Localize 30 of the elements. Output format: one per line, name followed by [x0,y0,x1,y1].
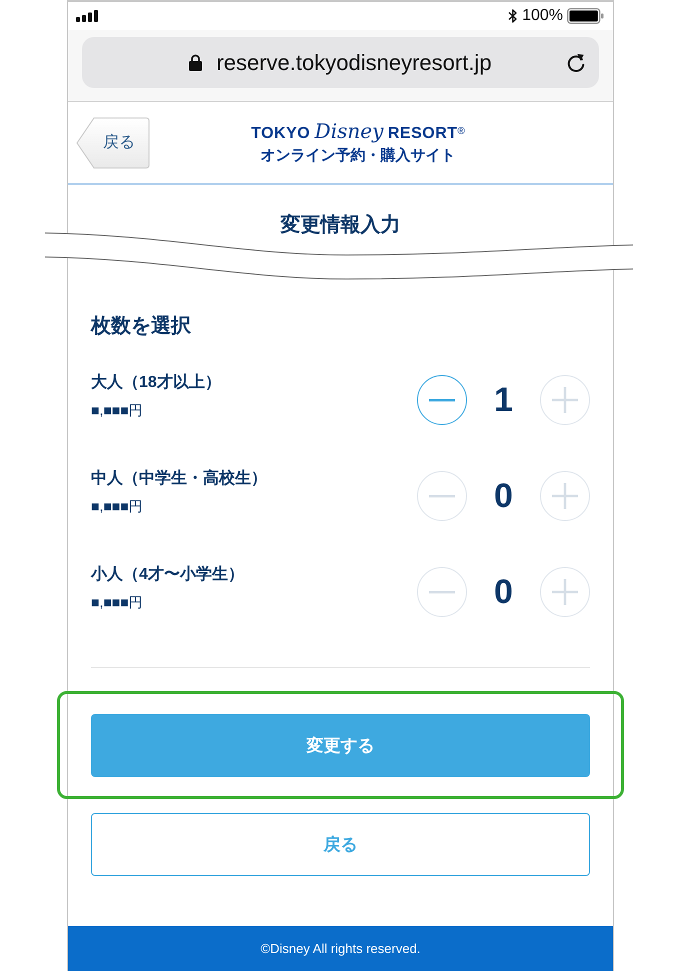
ticket-type-label: 大人（18才以上） [91,372,221,393]
lock-icon [189,54,202,71]
battery-icon [567,8,604,24]
signal-icon [76,10,99,22]
ticket-count: 0 [493,572,514,612]
address-bar[interactable]: reserve.tokyodisneyresort.jp [82,37,599,88]
url-text: reserve.tokyodisneyresort.jp [216,50,492,76]
logo-subtitle: オンライン予約・購入サイト [260,146,456,166]
back-button[interactable]: 戻る [76,116,150,168]
ticket-type-label: 中人（中学生・高校生） [91,468,267,489]
ticket-count: 1 [493,380,514,420]
plus-icon [552,387,578,413]
minus-icon [429,494,455,498]
decrease-button[interactable] [417,375,467,425]
ticket-price: ■,■■■円 [91,593,143,612]
logo-wordmark: TOKYO Disney RESORT$^{®}$ [251,119,465,145]
copyright-text: ©Disney All rights reserved. [260,941,420,956]
minus-icon [429,590,455,594]
ticket-type-label: 小人（4才〜小学生） [91,564,244,585]
bluetooth-icon [508,8,518,24]
ticket-count: 0 [493,476,514,516]
section-heading: 枚数を選択 [91,314,191,339]
battery-percentage: 100% [522,7,563,25]
page-title: 変更情報入力 [280,213,400,237]
plus-icon [552,579,578,605]
ticket-price: ■,■■■円 [91,497,143,516]
ticket-price: ■,■■■円 [91,401,143,420]
plus-icon [552,483,578,509]
minus-icon [429,398,455,402]
reload-icon[interactable] [566,52,586,74]
